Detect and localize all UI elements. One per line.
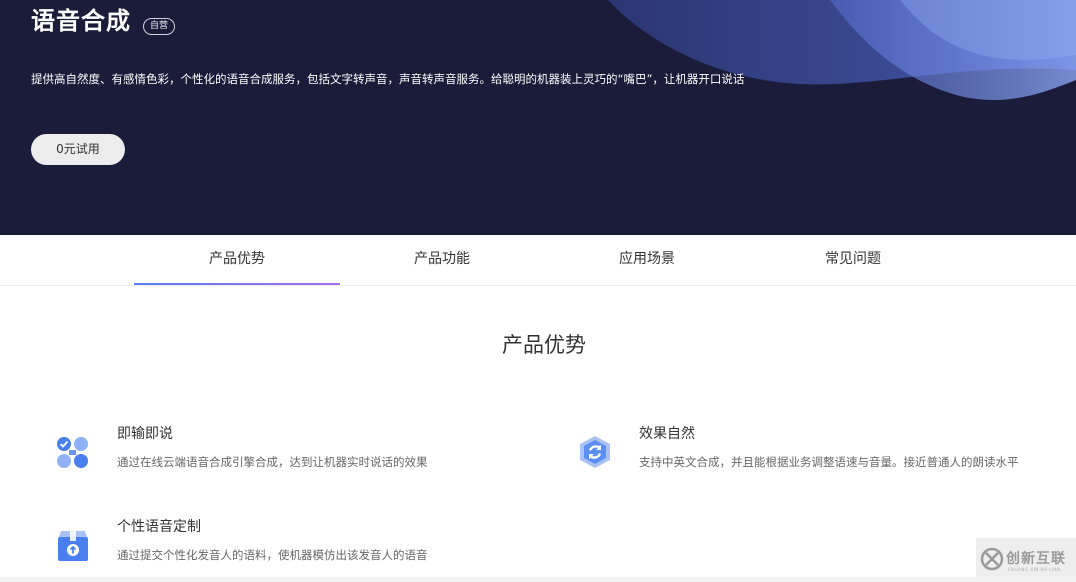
watermark: 创新互联 CHUANG XIN HU LIAN xyxy=(976,538,1076,582)
logo-icon xyxy=(980,547,1004,571)
section-heading: 产品优势 xyxy=(502,333,586,357)
tab-product-features[interactable]: 产品功能 xyxy=(339,235,545,284)
feature-description: 支持中英文合成，并且能根据业务调整语速与音量。接近普通人的朗读水平 xyxy=(639,455,1019,469)
hero-banner: 语音合成 自营 提供高自然度、有感情色彩，个性化的语音合成服务，包括文字转声音，… xyxy=(0,0,1076,235)
free-trial-button[interactable]: 0元试用 xyxy=(31,134,125,165)
page-title: 语音合成 xyxy=(31,7,131,35)
watermark-subtext: CHUANG XIN HU LIAN xyxy=(1008,567,1061,572)
sync-icon xyxy=(580,436,610,468)
hero-wave-decoration xyxy=(608,0,1076,100)
box-upload-icon xyxy=(58,531,88,561)
feature-description: 通过提交个性化发音人的语料，使机器模仿出该发音人的语音 xyxy=(117,548,428,562)
tab-faq[interactable]: 常见问题 xyxy=(750,235,956,284)
self-operated-badge: 自营 xyxy=(143,18,176,35)
page-bottom-divider xyxy=(0,577,1076,582)
tab-use-cases[interactable]: 应用场景 xyxy=(544,235,750,284)
nodes-icon xyxy=(57,437,88,468)
watermark-text: 创新互联 xyxy=(1006,551,1066,567)
feature-name: 个性语音定制 xyxy=(117,519,201,535)
feature-name: 即输即说 xyxy=(117,426,173,442)
tab-product-advantages[interactable]: 产品优势 xyxy=(134,235,340,285)
feature-description: 通过在线云端语音合成引擎合成，达到让机器实时说话的效果 xyxy=(117,455,428,469)
section-tabs: 产品优势 产品功能 应用场景 常见问题 xyxy=(0,235,1076,286)
feature-name: 效果自然 xyxy=(639,426,695,442)
hero-description: 提供高自然度、有感情色彩，个性化的语音合成服务，包括文字转声音，声音转声音服务。… xyxy=(31,72,745,86)
